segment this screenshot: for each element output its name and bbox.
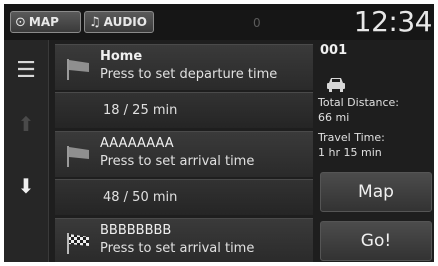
list-item-segment[interactable]: 48 / 50 min — [55, 179, 313, 215]
start-flag-icon — [67, 59, 89, 80]
travel-time-value: 1 hr 15 min — [318, 146, 382, 159]
list-item-stop-home[interactable]: Home Press to set departure time — [55, 44, 313, 90]
segment-info: 48 / 50 min — [103, 190, 178, 205]
travel-time-label: Travel Time: — [318, 131, 385, 144]
stop-subtitle: Press to set arrival time — [100, 241, 255, 256]
route-summary-panel: 001 Total Distance: 66 mi Travel Time: 1… — [316, 40, 434, 262]
car-icon — [327, 78, 345, 92]
status-bar: ⊙ MAP ♫ AUDIO 0 12:34 — [4, 4, 434, 40]
clock: 12:34 — [353, 5, 433, 38]
stop-subtitle: Press to set departure time — [100, 67, 278, 82]
arrow-up-icon[interactable]: ⬆ — [4, 112, 48, 136]
left-rail: ☰ ⬆ ⬇ — [4, 40, 49, 262]
map-tab-button[interactable]: ⊙ MAP — [10, 11, 81, 33]
menu-icon[interactable]: ☰ — [4, 58, 48, 83]
go-button[interactable]: Go! — [320, 221, 432, 261]
nav-screen: ⊙ MAP ♫ AUDIO 0 12:34 ☰ ⬆ ⬇ Home Press t… — [4, 4, 434, 262]
music-note-icon: ♫ — [89, 14, 101, 30]
list-item-stop-bbbbbbbb[interactable]: BBBBBBBB Press to set arrival time — [55, 218, 313, 262]
audio-tab-button[interactable]: ♫ AUDIO — [84, 11, 154, 33]
stop-title: Home — [100, 49, 143, 64]
waypoint-flag-icon — [67, 146, 89, 167]
total-distance-label: Total Distance: — [318, 96, 399, 109]
stop-subtitle: Press to set arrival time — [100, 154, 255, 169]
finish-flag-icon — [67, 233, 89, 254]
stop-title: AAAAAAAA — [100, 136, 174, 151]
map-tab-label: MAP — [28, 15, 59, 29]
audio-tab-label: AUDIO — [103, 15, 147, 29]
route-id: 001 — [320, 43, 348, 58]
route-list: Home Press to set departure time 18 / 25… — [49, 40, 313, 262]
compass-icon: ⊙ — [15, 14, 26, 30]
stop-title: BBBBBBBB — [100, 223, 172, 238]
map-button[interactable]: Map — [320, 172, 432, 212]
list-item-segment[interactable]: 18 / 25 min — [55, 92, 313, 128]
status-indicator: 0 — [253, 16, 261, 30]
segment-info: 18 / 25 min — [103, 103, 178, 118]
list-item-stop-aaaaaaaa[interactable]: AAAAAAAA Press to set arrival time — [55, 131, 313, 177]
total-distance-value: 66 mi — [318, 111, 350, 124]
arrow-down-icon[interactable]: ⬇ — [4, 174, 48, 198]
